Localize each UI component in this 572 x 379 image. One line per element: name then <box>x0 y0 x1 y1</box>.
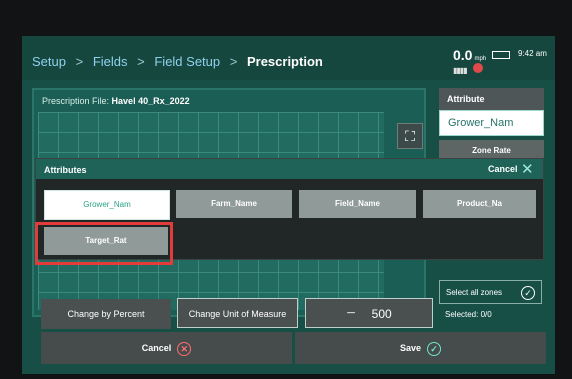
top-bar: Setup > Fields > Field Setup > Prescript… <box>22 36 555 80</box>
save-button[interactable]: Save ✓ <box>295 332 546 364</box>
breadcrumb-fields[interactable]: Fields <box>93 54 128 69</box>
breadcrumb-separator: > <box>137 54 145 69</box>
select-all-zones-button[interactable]: Select all zones ✓ <box>439 280 542 304</box>
check-circle-icon: ✓ <box>521 286 535 300</box>
attributes-dialog-header: Attributes Cancel ✕ <box>36 159 543 179</box>
signal-icon: ▮▮▮▮ <box>453 66 468 75</box>
breadcrumb-prescription: Prescription <box>246 54 323 69</box>
expand-icon[interactable]: ⛶ <box>397 123 423 149</box>
clock: 9:42 am <box>518 49 547 58</box>
dialog-title: Attributes <box>44 165 87 175</box>
dialog-cancel-link[interactable]: Cancel <box>488 164 518 174</box>
attribute-label: Attribute <box>439 88 544 110</box>
breadcrumb-separator: > <box>75 54 84 69</box>
speed-unit: mph <box>474 56 487 62</box>
attribute-option-farm-name[interactable]: Farm_Name <box>176 190 292 218</box>
speed-readout: 0.0 mph <box>453 47 486 63</box>
battery-icon <box>492 51 510 59</box>
attribute-option-field-name[interactable]: Field_Name <box>299 190 416 218</box>
close-icon[interactable]: ✕ <box>521 160 534 178</box>
decrement-button[interactable]: − <box>346 305 355 322</box>
attribute-option-grower-nam[interactable]: Grower_Nam <box>44 190 170 220</box>
speed-value: 0.0 <box>453 47 473 63</box>
change-unit-button[interactable]: Change Unit of Measure <box>177 298 298 328</box>
cancel-button[interactable]: Cancel ✕ <box>41 332 292 364</box>
warning-icon[interactable] <box>473 63 483 73</box>
cancel-icon: ✕ <box>177 341 192 356</box>
prescription-file-label: Prescription File: <box>42 96 110 106</box>
highlight-box <box>35 222 173 265</box>
change-by-percent-button[interactable]: Change by Percent <box>41 299 171 329</box>
breadcrumb-setup[interactable]: Setup <box>32 54 66 69</box>
cancel-label: Cancel <box>141 343 172 353</box>
zone-rate-button[interactable]: Zone Rate <box>439 140 544 160</box>
display-screen: Setup > Fields > Field Setup > Prescript… <box>22 36 555 374</box>
rate-stepper: −500 +500 <box>305 298 433 352</box>
attribute-option-product-na[interactable]: Product_Na <box>423 190 536 218</box>
selected-count: Selected: 0/0 <box>445 310 492 319</box>
prescription-file: Prescription File: Havel 40_Rx_2022 <box>42 96 190 106</box>
select-all-label: Select all zones <box>446 288 503 297</box>
attribute-value[interactable]: Grower_Nam <box>439 110 544 136</box>
attribute-sidebar: Attribute Grower_Nam <box>439 88 544 136</box>
decrement-value: 500 <box>371 307 392 321</box>
save-label: Save <box>399 343 422 353</box>
breadcrumb: Setup > Fields > Field Setup > Prescript… <box>32 54 323 69</box>
breadcrumb-field-setup[interactable]: Field Setup <box>154 54 220 69</box>
check-icon: ✓ <box>427 341 442 356</box>
breadcrumb-separator: > <box>229 54 238 69</box>
prescription-file-name: Havel 40_Rx_2022 <box>111 96 190 106</box>
